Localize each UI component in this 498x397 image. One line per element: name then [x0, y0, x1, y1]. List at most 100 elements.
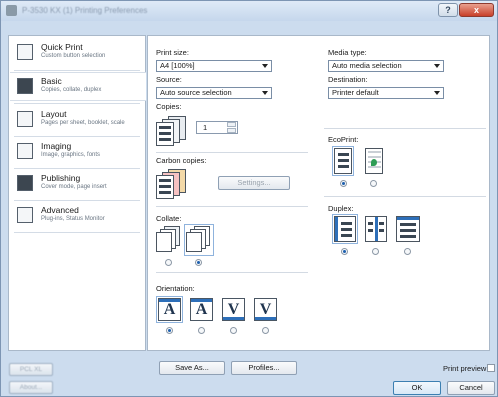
orientation-portrait-rotated-icon[interactable]: V: [222, 298, 245, 321]
profile-tag: PCL XL: [9, 363, 53, 376]
publishing-icon: [17, 175, 33, 191]
title-bar: P-3530 KX (1) Printing Preferences ? x: [1, 1, 497, 21]
source-dropdown[interactable]: Auto source selection: [156, 87, 272, 99]
destination-dropdown[interactable]: Printer default: [328, 87, 444, 99]
orientation-landscape-rotated-radio[interactable]: [262, 327, 269, 334]
divider: [14, 70, 140, 71]
orientation-glyph: A: [163, 301, 176, 318]
sidebar-item-label: Imaging: [41, 141, 72, 151]
sidebar-item-layout[interactable]: Layout Pages per sheet, booklet, scale: [10, 106, 146, 135]
divider: [156, 272, 308, 273]
save-as-button[interactable]: Save As...: [159, 361, 225, 375]
divider: [14, 136, 140, 137]
divider: [14, 103, 140, 104]
sidebar-item-sub: Image, graphics, fonts: [41, 152, 101, 158]
copies-label: Copies:: [156, 102, 182, 111]
orientation-portrait-icon[interactable]: A: [156, 296, 183, 323]
copies-value: 1: [203, 123, 208, 132]
collate-label: Collate:: [156, 214, 182, 223]
divider: [324, 128, 486, 129]
divider: [14, 168, 140, 169]
collate-on-radio[interactable]: [195, 259, 202, 266]
layout-icon: [17, 111, 33, 127]
print-preview-label: Print preview: [443, 364, 487, 373]
source-label: Source:: [156, 75, 182, 84]
help-button[interactable]: ?: [438, 3, 458, 17]
chevron-down-icon: [434, 64, 440, 68]
media-type-value: Auto media selection: [332, 61, 402, 70]
basic-settings-panel: Print size: A4 [100%] Source: Auto sourc…: [147, 35, 490, 351]
orientation-glyph: A: [195, 301, 208, 318]
sidebar-item-label: Advanced: [41, 205, 79, 215]
increment-icon[interactable]: [227, 122, 236, 127]
duplex-short-edge-radio[interactable]: [404, 248, 411, 255]
collated-icon[interactable]: [184, 224, 214, 256]
sidebar-item-label: Publishing: [41, 173, 81, 183]
orientation-landscape-radio[interactable]: [198, 327, 205, 334]
duplex-label: Duplex:: [328, 204, 354, 213]
sidebar-item-imaging[interactable]: Imaging Image, graphics, fonts: [10, 138, 146, 167]
print-size-dropdown[interactable]: A4 [100%]: [156, 60, 272, 72]
chevron-down-icon: [262, 64, 268, 68]
source-value: Auto source selection: [160, 88, 232, 97]
duplex-off-icon[interactable]: [332, 214, 358, 244]
sidebar-item-label: Basic: [41, 76, 62, 86]
print-size-value: A4 [100%]: [160, 61, 195, 70]
carbon-copies-icon: [156, 169, 190, 199]
destination-label: Destination:: [328, 75, 368, 84]
close-button[interactable]: x: [459, 3, 494, 17]
orientation-glyph: V: [259, 301, 272, 318]
orientation-landscape-icon[interactable]: A: [190, 298, 213, 321]
orientation-landscape-rotated-icon[interactable]: V: [254, 298, 277, 321]
advanced-icon: [17, 207, 33, 223]
copies-stepper[interactable]: 1: [196, 121, 238, 134]
divider: [324, 196, 486, 197]
duplex-long-edge-icon[interactable]: [365, 216, 387, 242]
ecoprint-off-radio[interactable]: [340, 180, 347, 187]
sidebar-item-sub: Pages per sheet, booklet, scale: [41, 120, 125, 126]
sidebar-item-sub: Cover mode, page insert: [41, 184, 107, 190]
print-preview-checkbox[interactable]: [487, 364, 495, 372]
media-type-dropdown[interactable]: Auto media selection: [328, 60, 444, 72]
orientation-glyph: V: [227, 301, 240, 318]
sidebar-item-sub: Plug-ins, Status Monitor: [41, 216, 105, 222]
duplex-off-radio[interactable]: [341, 248, 348, 255]
cancel-button[interactable]: Cancel: [447, 381, 495, 395]
divider: [14, 200, 140, 201]
media-type-label: Media type:: [328, 48, 367, 57]
profiles-button[interactable]: Profiles...: [231, 361, 297, 375]
chevron-down-icon: [262, 91, 268, 95]
divider: [156, 152, 308, 153]
sidebar-item-sub: Copies, collate, duplex: [41, 87, 102, 93]
about-button[interactable]: About...: [9, 381, 53, 394]
decrement-icon[interactable]: [227, 128, 236, 133]
ok-button[interactable]: OK: [393, 381, 441, 395]
divider: [156, 206, 308, 207]
duplex-short-edge-icon[interactable]: [396, 216, 420, 242]
carbon-copies-label: Carbon copies:: [156, 156, 207, 165]
collate-off-radio[interactable]: [165, 259, 172, 266]
printing-preferences-window: P-3530 KX (1) Printing Preferences ? x Q…: [0, 0, 498, 397]
sidebar-item-basic[interactable]: Basic Copies, collate, duplex: [10, 72, 146, 101]
ecoprint-on-icon[interactable]: [365, 148, 383, 174]
printer-icon: [6, 5, 17, 16]
printer-icon: [17, 78, 33, 94]
sidebar: Quick Print Custom button selection Basi…: [8, 35, 146, 351]
orientation-portrait-radio[interactable]: [166, 327, 173, 334]
sidebar-item-publishing[interactable]: Publishing Cover mode, page insert: [10, 170, 146, 199]
orientation-portrait-rotated-radio[interactable]: [230, 327, 237, 334]
orientation-label: Orientation:: [156, 284, 195, 293]
imaging-icon: [17, 143, 33, 159]
duplex-long-edge-radio[interactable]: [372, 248, 379, 255]
carbon-settings-button[interactable]: Settings...: [218, 176, 290, 190]
ecoprint-off-icon[interactable]: [332, 146, 354, 176]
ecoprint-on-radio[interactable]: [370, 180, 377, 187]
sidebar-item-label: Quick Print: [41, 42, 83, 52]
window-title: P-3530 KX (1) Printing Preferences: [22, 6, 148, 15]
uncollated-icon[interactable]: [156, 226, 182, 254]
sidebar-item-advanced[interactable]: Advanced Plug-ins, Status Monitor: [10, 202, 146, 231]
sidebar-item-label: Layout: [41, 109, 67, 119]
print-size-label: Print size:: [156, 48, 189, 57]
sidebar-item-quick-print[interactable]: Quick Print Custom button selection: [10, 39, 146, 68]
copies-icon: [156, 116, 190, 146]
